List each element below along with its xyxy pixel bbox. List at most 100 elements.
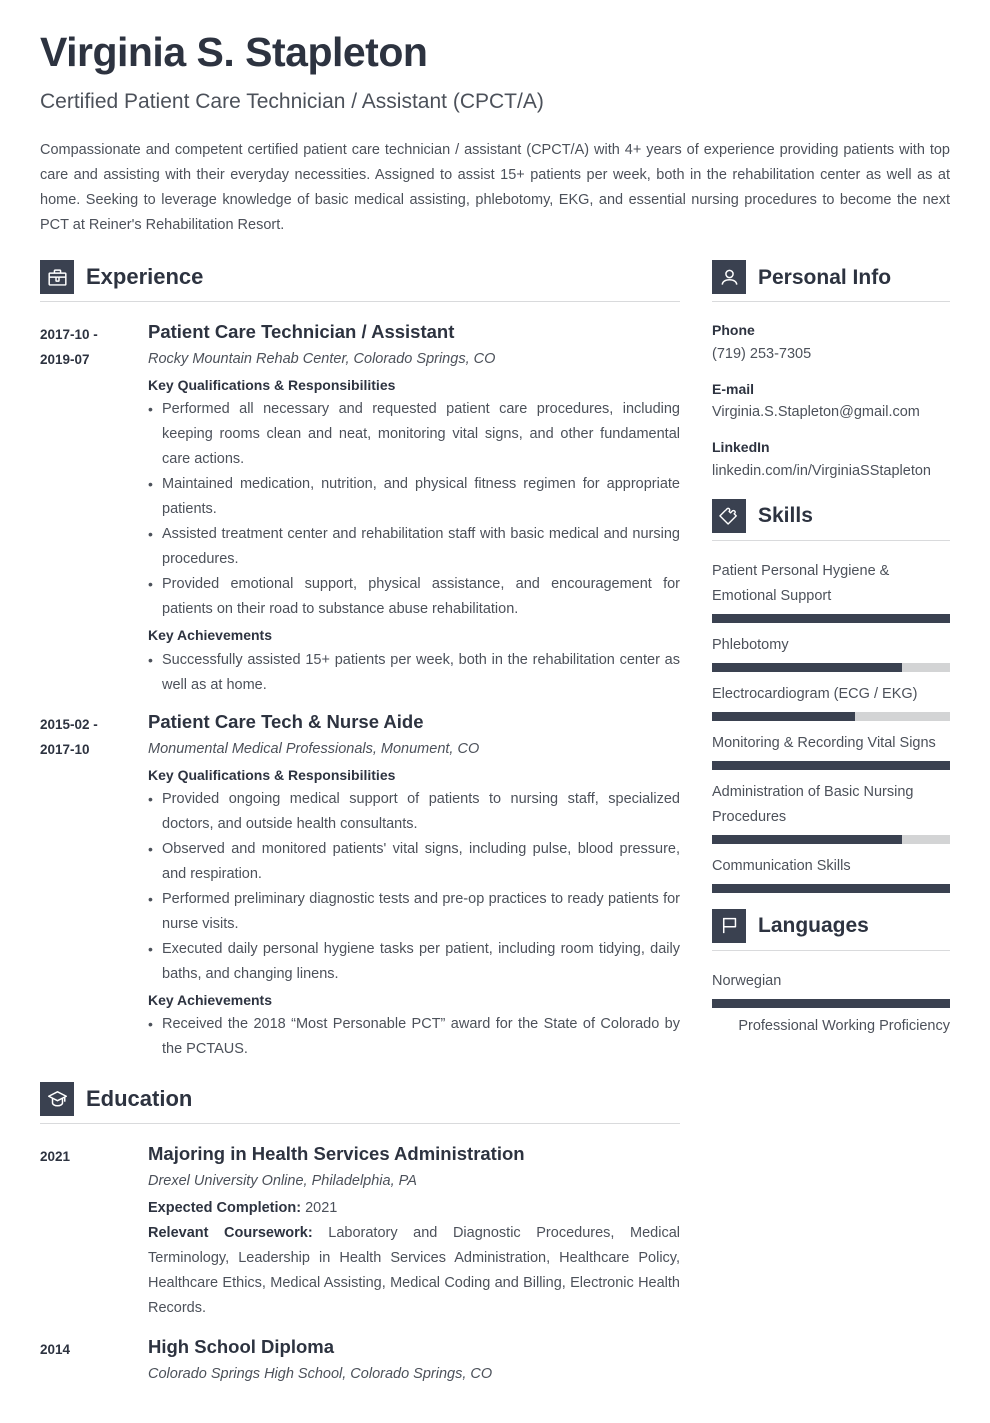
- skills-section-header: Skills: [712, 498, 950, 541]
- personal-info-section: Personal Info Phone (719) 253-7305 E-mai…: [712, 260, 950, 482]
- experience-entry-list: 2017-10 - 2019-07 Patient Care Technicia…: [40, 320, 680, 1064]
- qualifications-list: Provided ongoing medical support of pati…: [148, 787, 680, 987]
- contact-label: LinkedIn: [712, 439, 770, 456]
- languages-section-title: Languages: [758, 914, 869, 938]
- skill-bar-track: [712, 760, 950, 770]
- education-entry-date: 2021: [40, 1149, 71, 1165]
- skill-item: Administration of Basic Nursing Procedur…: [712, 780, 950, 844]
- education-section-header: Education: [40, 1082, 680, 1125]
- skill-bar-track: [712, 613, 950, 623]
- date-range-start: 2015-02 -: [40, 716, 98, 732]
- language-bar-track: [712, 998, 950, 1008]
- contact-item-linkedin: LinkedIn linkedin.com/in/VirginiaSStaple…: [712, 437, 950, 482]
- education-degree: High School Diploma: [148, 1336, 335, 1357]
- contact-label: E-mail: [712, 380, 755, 397]
- experience-section: Experience 2017-10 - 2019-07 Patient Car…: [40, 260, 680, 1064]
- list-item: Provided ongoing medical support of pati…: [148, 787, 680, 837]
- language-bar-fill: [712, 998, 950, 1008]
- resume-columns: Experience 2017-10 - 2019-07 Patient Car…: [40, 260, 950, 1402]
- skill-bar-track: [712, 711, 950, 721]
- skill-bar-track: [712, 883, 950, 893]
- education-entry-list: 2021 Majoring in Health Services Adminis…: [40, 1142, 680, 1388]
- skill-item: Monitoring & Recording Vital Signs: [712, 731, 950, 770]
- skill-bar-fill: [712, 662, 903, 672]
- skill-bar-track: [712, 662, 950, 672]
- resume-page: Virginia S. Stapleton Certified Patient …: [0, 0, 990, 1423]
- personal-info-section-header: Personal Info: [712, 260, 950, 303]
- experience-entry-body: Patient Care Tech & Nurse Aide Monumenta…: [148, 710, 680, 1065]
- candidate-name: Virginia S. Stapleton: [40, 29, 428, 75]
- skill-item: Communication Skills: [712, 854, 950, 893]
- experience-entry-body: Patient Care Technician / Assistant Rock…: [148, 320, 680, 700]
- list-item: Assisted treatment center and rehabilita…: [148, 522, 680, 572]
- skill-label: Patient Personal Hygiene & Emotional Sup…: [712, 562, 890, 604]
- skill-label: Administration of Basic Nursing Procedur…: [712, 783, 914, 825]
- skill-bar-fill: [712, 760, 950, 770]
- achievements-heading: Key Achievements: [148, 627, 272, 644]
- language-proficiency: Professional Working Proficiency: [738, 1017, 950, 1034]
- language-name: Norwegian: [712, 972, 782, 989]
- list-item: Executed daily personal hygiene tasks pe…: [148, 937, 680, 987]
- puzzle-piece-icon: [712, 498, 746, 533]
- experience-job-title: Patient Care Tech & Nurse Aide: [148, 710, 424, 732]
- skill-item: Phlebotomy: [712, 633, 950, 672]
- skill-label: Monitoring & Recording Vital Signs: [712, 734, 936, 751]
- education-completion-value: 2021: [305, 1200, 338, 1216]
- qualifications-list: Performed all necessary and requested pa…: [148, 397, 680, 622]
- contact-label: Phone: [712, 322, 755, 339]
- list-item: Received the 2018 “Most Personable PCT” …: [148, 1012, 680, 1062]
- contact-value[interactable]: linkedin.com/in/VirginiaSStapleton: [712, 461, 950, 483]
- education-entry: 2021 Majoring in Health Services Adminis…: [40, 1142, 680, 1321]
- contact-item-email: E-mail Virginia.S.Stapleton@gmail.com: [712, 379, 950, 424]
- achievements-list: Successfully assisted 15+ patients per w…: [148, 648, 680, 698]
- list-item: Performed preliminary diagnostic tests a…: [148, 887, 680, 937]
- education-entry-body: Majoring in Health Services Administrati…: [148, 1142, 680, 1321]
- skills-list: Patient Personal Hygiene & Emotional Sup…: [712, 559, 950, 893]
- qualifications-heading: Key Qualifications & Responsibilities: [148, 766, 396, 783]
- education-degree: Majoring in Health Services Administrati…: [148, 1143, 525, 1165]
- candidate-job-title: Certified Patient Care Technician / Assi…: [40, 90, 544, 114]
- main-column: Experience 2017-10 - 2019-07 Patient Car…: [40, 260, 680, 1402]
- experience-employer: Rocky Mountain Rehab Center, Colorado Sp…: [148, 351, 496, 368]
- achievements-list: Received the 2018 “Most Personable PCT” …: [148, 1012, 680, 1062]
- skill-bar-fill: [712, 883, 950, 893]
- contact-item-phone: Phone (719) 253-7305: [712, 320, 950, 365]
- list-item: Successfully assisted 15+ patients per w…: [148, 648, 680, 698]
- skill-item: Electrocardiogram (ECG / EKG): [712, 682, 950, 721]
- contact-value[interactable]: Virginia.S.Stapleton@gmail.com: [712, 402, 950, 424]
- experience-entry-date: 2015-02 - 2017-10: [40, 710, 148, 1065]
- language-item: Norwegian Professional Working Proficien…: [712, 969, 950, 1039]
- education-coursework: Relevant Coursework: Laboratory and Diag…: [148, 1221, 680, 1321]
- sidebar-column: Personal Info Phone (719) 253-7305 E-mai…: [712, 260, 950, 1054]
- education-completion: Expected Completion: 2021: [148, 1196, 680, 1221]
- education-section: Education 2021 Majoring in Health Servic…: [40, 1082, 680, 1388]
- personal-info-section-title: Personal Info: [758, 265, 892, 289]
- languages-section-header: Languages: [712, 908, 950, 951]
- list-item: Performed all necessary and requested pa…: [148, 397, 680, 472]
- skills-section-title: Skills: [758, 504, 813, 528]
- professional-summary: Compassionate and competent certified pa…: [40, 142, 950, 234]
- education-entry-body: High School Diploma Colorado Springs Hig…: [148, 1335, 680, 1389]
- education-entry-date: 2014: [40, 1342, 71, 1357]
- education-completion-label: Expected Completion:: [148, 1200, 302, 1216]
- experience-entry: 2015-02 - 2017-10 Patient Care Tech & Nu…: [40, 710, 680, 1065]
- list-item: Provided emotional support, physical ass…: [148, 572, 680, 622]
- qualifications-heading: Key Qualifications & Responsibilities: [148, 377, 396, 393]
- skills-section: Skills Patient Personal Hygiene & Emotio…: [712, 498, 950, 893]
- experience-section-title: Experience: [86, 264, 204, 290]
- skill-bar-fill: [712, 613, 950, 623]
- skill-label: Electrocardiogram (ECG / EKG): [712, 685, 918, 702]
- briefcase-icon: [40, 260, 74, 295]
- education-school: Drexel University Online, Philadelphia, …: [148, 1173, 417, 1190]
- experience-entry: 2017-10 - 2019-07 Patient Care Technicia…: [40, 320, 680, 700]
- person-icon: [712, 260, 746, 295]
- skill-bar-track: [712, 834, 950, 844]
- education-entry: 2014 High School Diploma Colorado Spring…: [40, 1335, 680, 1389]
- education-school: Colorado Springs High School, Colorado S…: [148, 1365, 493, 1382]
- languages-section: Languages Norwegian Professional Working…: [712, 908, 950, 1039]
- achievements-heading: Key Achievements: [148, 991, 272, 1008]
- contact-value[interactable]: (719) 253-7305: [712, 344, 950, 366]
- date-range-start: 2017-10 -: [40, 327, 98, 343]
- skill-item: Patient Personal Hygiene & Emotional Sup…: [712, 559, 950, 623]
- education-coursework-label: Relevant Coursework:: [148, 1225, 313, 1241]
